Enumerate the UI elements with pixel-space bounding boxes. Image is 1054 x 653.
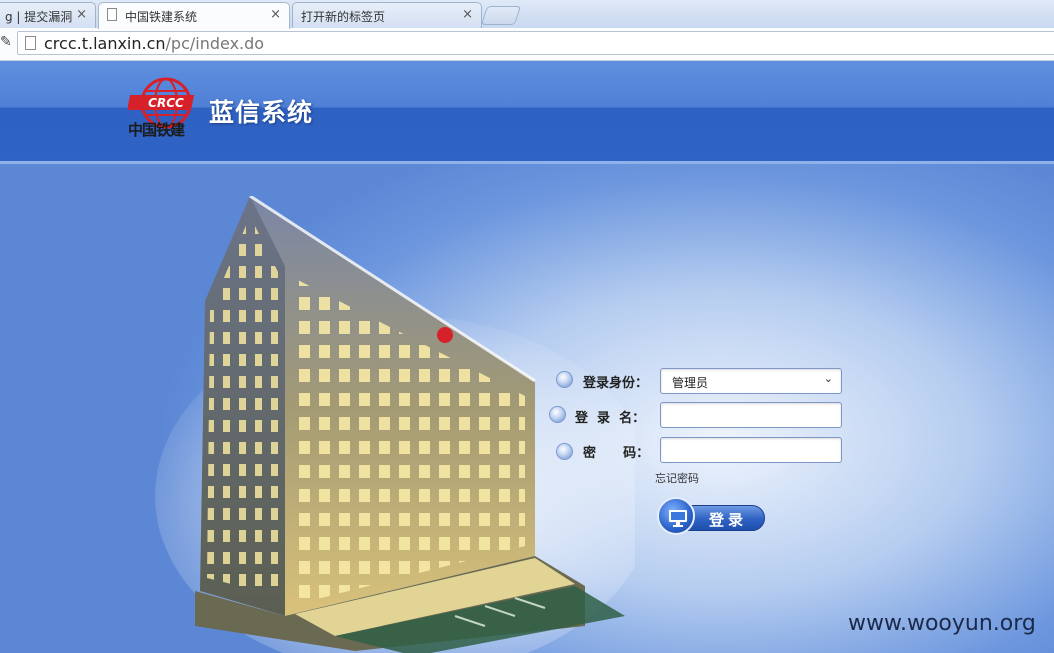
logo-text: 中国铁建 — [128, 121, 185, 139]
logo-badge-text: CRCC — [148, 96, 184, 110]
browser-toolbar: ✎ crcc.t.lanxin.cn/pc/index.do — [0, 28, 1054, 61]
tab-title: 打开新的标签页 — [301, 10, 386, 24]
username-bullet-icon — [549, 406, 566, 423]
close-icon[interactable]: × — [462, 7, 473, 22]
url-path: /pc/index.do — [165, 34, 265, 53]
page-icon — [107, 8, 117, 21]
tab-title: 中国铁建系统 — [125, 10, 198, 24]
tab-strip: g | 提交漏洞 × 中国铁建系统 × 打开新的标签页 × — [0, 0, 1054, 29]
crcc-logo-icon: CRCC — [128, 77, 195, 129]
role-select[interactable]: 管理员 ⌄ — [660, 368, 842, 394]
page-icon — [25, 36, 36, 50]
username-input[interactable] — [660, 402, 842, 428]
tab-title: g | 提交漏洞 — [5, 10, 73, 24]
system-title: 蓝信系统 — [209, 98, 314, 127]
password-bullet-icon — [556, 443, 573, 460]
building-image — [155, 196, 635, 653]
url-host: crcc.t.lanxin.cn — [44, 34, 166, 53]
role-selected-value: 管理员 — [672, 376, 709, 390]
role-bullet-icon — [556, 371, 573, 388]
username-label: 登 录 名： — [575, 411, 646, 426]
tab-wooyun[interactable]: g | 提交漏洞 × — [0, 2, 96, 28]
login-button-badge — [657, 497, 695, 535]
chevron-down-icon: ⌄ — [823, 372, 833, 385]
login-button-label: 登录 — [709, 511, 748, 529]
close-icon[interactable]: × — [76, 7, 87, 22]
forgot-password-link[interactable]: 忘记密码 — [655, 470, 699, 486]
tab-crcc[interactable]: 中国铁建系统 × — [98, 2, 290, 29]
address-bar[interactable]: crcc.t.lanxin.cn/pc/index.do — [17, 31, 1054, 55]
url-text: crcc.t.lanxin.cn/pc/index.do — [44, 34, 264, 53]
login-page: CRCC 中国铁建 蓝信系统 登录身份： 管理员 ⌄ 登 录 名： 密 码： 忘… — [0, 61, 1054, 653]
tab-new-tab[interactable]: 打开新的标签页 × — [292, 2, 482, 28]
wrench-icon[interactable]: ✎ — [0, 34, 12, 50]
new-tab-button[interactable] — [480, 6, 522, 25]
monitor-icon — [669, 510, 687, 527]
role-label: 登录身份： — [583, 376, 649, 391]
password-label: 密 码： — [583, 446, 650, 461]
password-input[interactable] — [660, 437, 842, 463]
watermark: www.wooyun.org — [848, 611, 1036, 636]
close-icon[interactable]: × — [270, 7, 281, 22]
login-button[interactable]: 登录 — [657, 497, 767, 537]
header-divider — [0, 161, 1054, 164]
